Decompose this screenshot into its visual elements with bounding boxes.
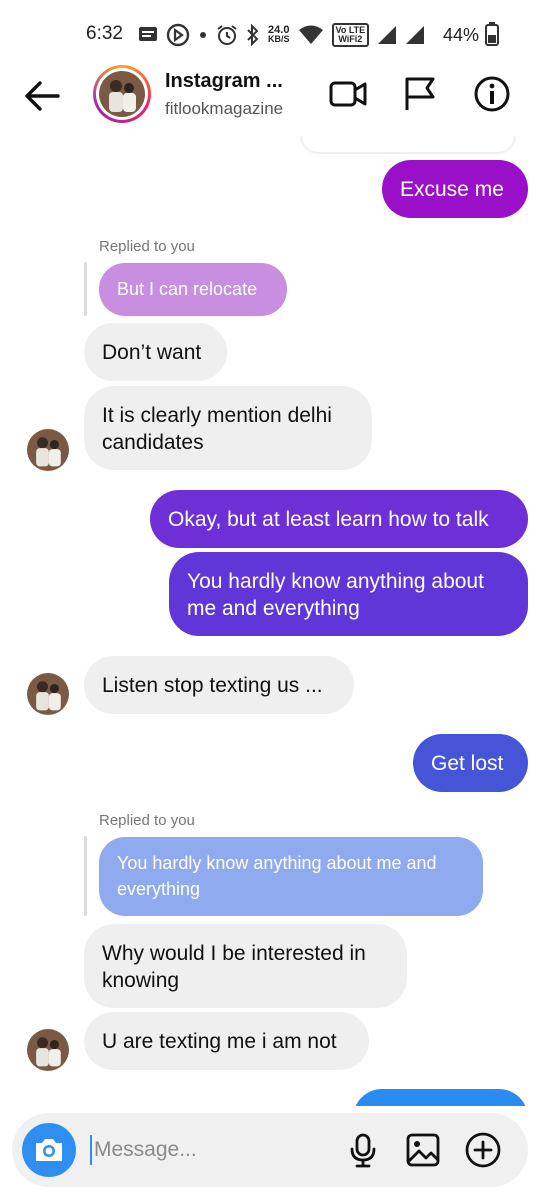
report-flag-icon[interactable] [400,74,440,114]
reply-label: Replied to you [99,238,195,255]
gallery-icon[interactable] [404,1131,442,1169]
profile-avatar[interactable] [93,65,151,123]
reply-quote-line [84,836,87,916]
video-call-icon[interactable] [328,74,368,114]
signal-icon-2 [406,26,425,44]
add-icon[interactable] [464,1131,502,1169]
microphone-icon[interactable] [344,1131,382,1169]
status-icons: 24.0 KB/S Vo LTE WiFi2 [138,20,425,50]
status-bar: 6:32 24.0 KB/S Vo LTE WiFi2 44% [0,0,540,66]
message-outgoing[interactable]: You hardly know anything about me and ev… [169,552,528,636]
reply-quote[interactable]: You hardly know anything about me and ev… [99,837,483,916]
chat-header-overlay: Instagram ... fitlookmagazine [0,60,540,136]
network-speed: 24.0 KB/S [268,24,290,44]
navigation-notification-icon [166,23,190,47]
message-outgoing[interactable]: Okay, but at least learn how to talk [150,490,528,548]
sender-avatar[interactable] [27,1029,69,1071]
sender-avatar[interactable] [27,673,69,715]
camera-icon [36,1139,62,1161]
partial-bubble-bottom [300,136,516,154]
message-incoming[interactable]: Why would I be interested in knowing [84,924,407,1008]
message-composer [12,1113,528,1187]
message-notification-icon [139,27,157,41]
signal-icon-1 [378,26,397,44]
message-outgoing[interactable]: Get lost [413,734,528,792]
camera-button[interactable] [22,1123,76,1177]
reply-quote[interactable]: But I can relocate [99,263,287,316]
sender-avatar[interactable] [27,429,69,471]
message-incoming[interactable]: It is clearly mention delhi candidates [84,386,372,470]
avatar-border [96,68,148,120]
reply-quote-line [84,262,87,316]
bluetooth-icon [247,24,259,46]
reply-label: Replied to you [99,812,195,829]
chat-title[interactable]: Instagram ... [165,70,283,93]
back-arrow-icon[interactable] [22,76,62,116]
battery-percent: 44% [443,25,480,45]
volte-wifi-badge: Vo LTE WiFi2 [331,23,370,47]
message-input[interactable] [90,1135,330,1165]
message-outgoing[interactable]: Excuse me [382,160,528,218]
chat-username[interactable]: fitlookmagazine [165,99,283,119]
message-incoming[interactable]: U are texting me i am not [84,1012,369,1070]
alarm-icon [217,25,237,45]
message-incoming[interactable]: Listen stop texting us ... [84,656,354,714]
avatar-photo [99,71,145,117]
battery-icon [485,22,499,46]
status-time: 6:32 [86,23,123,44]
message-incoming[interactable]: Don’t want [84,323,227,381]
dot-icon [200,32,206,38]
wifi-icon [298,25,323,44]
info-icon[interactable] [472,74,512,114]
